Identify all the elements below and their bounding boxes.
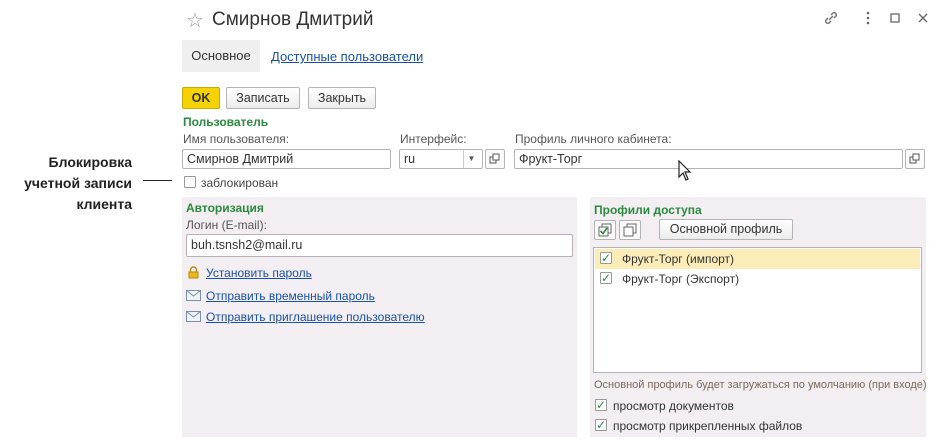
- chevron-down-icon[interactable]: ▼: [463, 150, 479, 168]
- interface-select[interactable]: ru ▼: [399, 149, 483, 169]
- list-item[interactable]: ✓ Фрукт-Торг (импорт): [595, 249, 920, 269]
- view-documents-label: просмотр документов: [613, 399, 734, 413]
- username-label: Имя пользователя:: [183, 132, 290, 146]
- send-invite-link[interactable]: Отправить приглашение пользователю: [206, 310, 425, 324]
- uncheck-all-icon: [623, 223, 637, 237]
- maximize-icon[interactable]: [886, 10, 904, 30]
- save-button[interactable]: Записать: [226, 87, 300, 109]
- tab-main[interactable]: Основное: [182, 40, 260, 72]
- mouse-cursor-icon: [678, 159, 692, 185]
- view-documents-checkbox[interactable]: ✓: [595, 399, 607, 411]
- blocked-label: заблокирован: [201, 176, 279, 190]
- user-section-title: Пользователь: [183, 115, 269, 129]
- profile-label: Фрукт-Торг (импорт): [622, 252, 735, 266]
- check-all-button[interactable]: [594, 220, 616, 240]
- uncheck-all-button[interactable]: [619, 220, 641, 240]
- profile-checkbox[interactable]: ✓: [600, 272, 612, 284]
- close-icon[interactable]: [914, 10, 932, 30]
- username-field[interactable]: Смирнов Дмитрий: [182, 149, 391, 169]
- page-title: Смирнов Дмитрий: [212, 9, 374, 30]
- main-profile-button[interactable]: Основной профиль: [659, 219, 793, 240]
- more-menu-icon[interactable]: [859, 10, 877, 30]
- annotation-line-3: клиента: [76, 196, 132, 212]
- access-profiles-list: ✓ Фрукт-Торг (импорт) ✓ Фрукт-Торг (Эксп…: [593, 247, 922, 373]
- tab-available-users[interactable]: Доступные пользователи: [271, 49, 423, 64]
- login-label: Логин (E-mail):: [186, 218, 267, 232]
- envelope-icon: [186, 311, 201, 325]
- annotation-line-1: Блокировка: [48, 154, 132, 170]
- ok-button[interactable]: OK: [182, 87, 220, 109]
- set-password-link[interactable]: Установить пароль: [206, 266, 312, 280]
- lock-icon: [187, 266, 200, 282]
- list-item[interactable]: ✓ Фрукт-Торг (Экспорт): [595, 269, 920, 289]
- access-section-title: Профили доступа: [594, 203, 702, 217]
- open-interface-button[interactable]: [485, 149, 505, 169]
- check-all-icon: [598, 223, 612, 237]
- auth-section-title: Авторизация: [186, 201, 264, 215]
- open-icon: [489, 153, 500, 164]
- profile-checkbox[interactable]: ✓: [600, 252, 612, 264]
- login-field[interactable]: buh.tsnsh2@mail.ru: [186, 234, 573, 257]
- view-files-label: просмотр прикрепленных файлов: [613, 419, 803, 433]
- send-temp-password-link[interactable]: Отправить временный пароль: [206, 289, 375, 303]
- annotation-line-2: учетной записи: [24, 175, 132, 191]
- view-files-checkbox[interactable]: ✓: [595, 419, 607, 431]
- interface-label: Интерфейс:: [400, 132, 467, 146]
- blocked-checkbox[interactable]: [184, 176, 196, 188]
- open-icon: [909, 153, 920, 164]
- open-profile-button[interactable]: [905, 149, 925, 169]
- interface-value: ru: [404, 152, 416, 166]
- envelope-icon: [186, 290, 201, 304]
- close-button[interactable]: Закрыть: [308, 87, 376, 109]
- profile-label: Фрукт-Торг (Экспорт): [622, 272, 740, 286]
- favorite-star-icon[interactable]: ☆: [186, 8, 204, 33]
- main-profile-hint: Основной профиль будет загружаться по ум…: [594, 379, 927, 391]
- link-icon[interactable]: [822, 10, 840, 30]
- annotation-text: Блокировка учетной записи клиента: [0, 152, 132, 215]
- profile-field[interactable]: Фрукт-Торг: [514, 149, 903, 169]
- profile-label: Профиль личного кабинета:: [515, 132, 672, 146]
